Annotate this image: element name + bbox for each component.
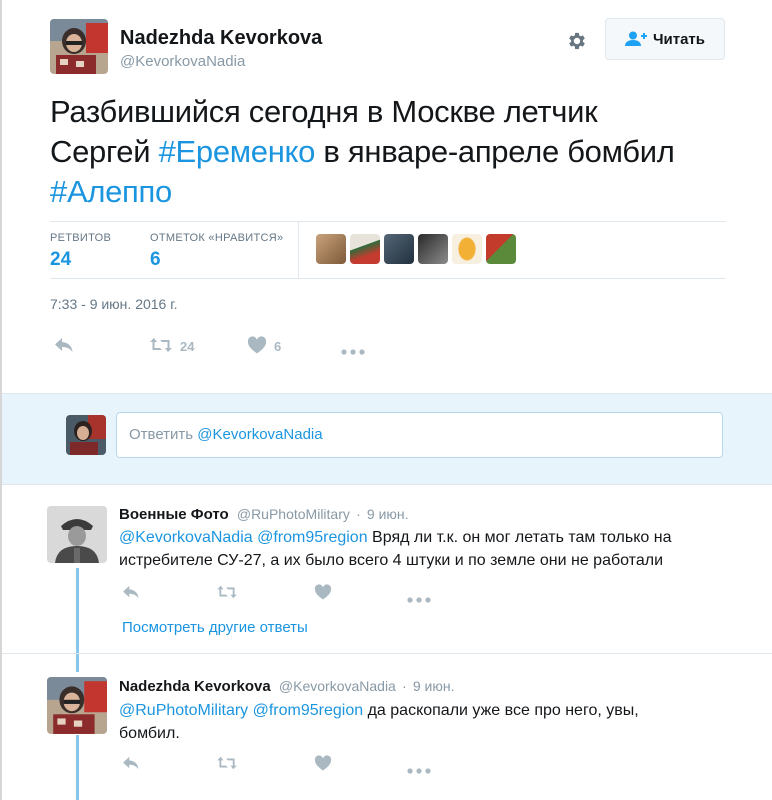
reply-meta-separator: · (402, 678, 407, 694)
reply-author-avatar[interactable] (47, 677, 107, 734)
more-button[interactable] (407, 761, 431, 779)
retweets-label: РЕТВИТОВ (50, 232, 112, 244)
tweet-line-1: Разбившийся сегодня в Москве летчик (50, 94, 598, 129)
follow-button-label: Читать (652, 30, 706, 48)
heart-icon (247, 336, 267, 357)
retweets-stat[interactable]: РЕТВИТОВ 24 (50, 232, 111, 271)
reply-compose-area: Ответить @KevorkovaNadia (2, 393, 772, 485)
reply-author-handle[interactable]: @RuPhotoMilitary (237, 506, 350, 522)
follow-button[interactable]: Читать (605, 18, 725, 60)
liker-avatar[interactable] (418, 234, 448, 264)
author-avatar[interactable] (50, 19, 108, 74)
hashtag-link[interactable]: #Алеппо (50, 174, 172, 209)
tweet-line-2-suffix: в январе-апреле бомбил (315, 134, 675, 169)
reply-input-mention: @KevorkovaNadia (197, 426, 323, 443)
reply-actions (119, 754, 519, 774)
retweet-count: 24 (180, 339, 195, 354)
like-count: 6 (274, 339, 282, 354)
tweet-page: Nadezhda Kevorkova @KevorkovaNadia Читат… (2, 0, 772, 800)
reply-button[interactable] (122, 756, 140, 775)
reply-author-avatar[interactable] (47, 506, 107, 563)
reply-text: @KevorkovaNadia @from95region Вряд ли т.… (119, 526, 719, 572)
reply-mentions[interactable]: @KevorkovaNadia @from95region (119, 529, 368, 546)
more-dots-icon (407, 761, 431, 779)
hashtag-link[interactable]: #Еременко (159, 134, 316, 169)
like-button[interactable]: 6 (247, 336, 281, 357)
liker-avatar[interactable] (316, 234, 346, 264)
liker-avatar[interactable] (350, 234, 380, 264)
more-dots-icon (341, 343, 365, 358)
author-name[interactable]: Nadezhda Kevorkova (120, 27, 322, 50)
reply-icon (122, 756, 140, 775)
reply-meta-separator: · (356, 506, 361, 522)
view-more-replies-link[interactable]: Посмотреть другие ответы (122, 619, 308, 636)
reply-author-name[interactable]: Nadezhda Kevorkova (119, 678, 271, 695)
retweets-count: 24 (50, 249, 72, 270)
stats-divider (298, 222, 299, 279)
reply-input-prefix: Ответить (129, 426, 198, 443)
more-button[interactable] (341, 343, 365, 358)
gear-icon[interactable] (564, 28, 590, 54)
like-button[interactable] (314, 755, 332, 776)
retweet-button[interactable]: 24 (149, 336, 194, 357)
reply-author-name[interactable]: Военные Фото (119, 506, 229, 523)
tweet-stats: РЕТВИТОВ 24 ОТМЕТОК «НРАВИТСЯ» 6 (50, 221, 726, 279)
reply-author-handle[interactable]: @KevorkovaNadia (279, 678, 396, 694)
retweet-icon (216, 755, 238, 776)
thread-connector (76, 568, 79, 672)
heart-icon (314, 584, 332, 605)
author-handle[interactable]: @KevorkovaNadia (120, 53, 245, 70)
liker-avatar[interactable] (486, 234, 516, 264)
tweet-line-2-prefix: Сергей (50, 134, 159, 169)
like-button[interactable] (314, 584, 332, 605)
heart-icon (314, 755, 332, 776)
reply-icon (54, 337, 74, 356)
tweet-timestamp[interactable]: 7:33 - 9 июн. 2016 г. (50, 296, 178, 312)
current-user-avatar (66, 415, 106, 455)
reply-button[interactable] (122, 585, 140, 604)
tweet-text: Разбившийся сегодня в Москве летчик Серг… (50, 92, 740, 212)
tweet-actions: 24 6 (50, 334, 450, 358)
reply-mentions[interactable]: @RuPhotoMilitary @from95region (119, 702, 363, 719)
retweet-icon (149, 336, 173, 357)
reply-text: @RuPhotoMilitary @from95region да раскоп… (119, 699, 679, 745)
liker-avatar[interactable] (384, 234, 414, 264)
reply-time[interactable]: 9 июн. (367, 506, 409, 522)
retweet-button[interactable] (216, 584, 238, 605)
likers-avatars (316, 234, 516, 264)
liker-avatar[interactable] (452, 234, 482, 264)
likes-stat[interactable]: ОТМЕТОК «НРАВИТСЯ» 6 (150, 232, 283, 271)
likes-count: 6 (150, 249, 161, 270)
reply-actions (119, 583, 519, 603)
reply-divider (2, 653, 772, 654)
reply-button[interactable] (54, 337, 74, 356)
retweet-icon (216, 584, 238, 605)
reply-icon (122, 585, 140, 604)
reply-header: Военные Фото @RuPhotoMilitary · 9 июн. (119, 506, 409, 523)
reply-input[interactable]: Ответить @KevorkovaNadia (116, 412, 723, 458)
likes-label: ОТМЕТОК «НРАВИТСЯ» (150, 232, 284, 244)
reply-time[interactable]: 9 июн. (413, 678, 455, 694)
add-user-icon (624, 31, 647, 47)
thread-connector (76, 735, 79, 800)
retweet-button[interactable] (216, 755, 238, 776)
more-dots-icon (407, 590, 431, 608)
more-button[interactable] (407, 590, 431, 608)
reply-header: Nadezhda Kevorkova @KevorkovaNadia · 9 и… (119, 678, 454, 695)
